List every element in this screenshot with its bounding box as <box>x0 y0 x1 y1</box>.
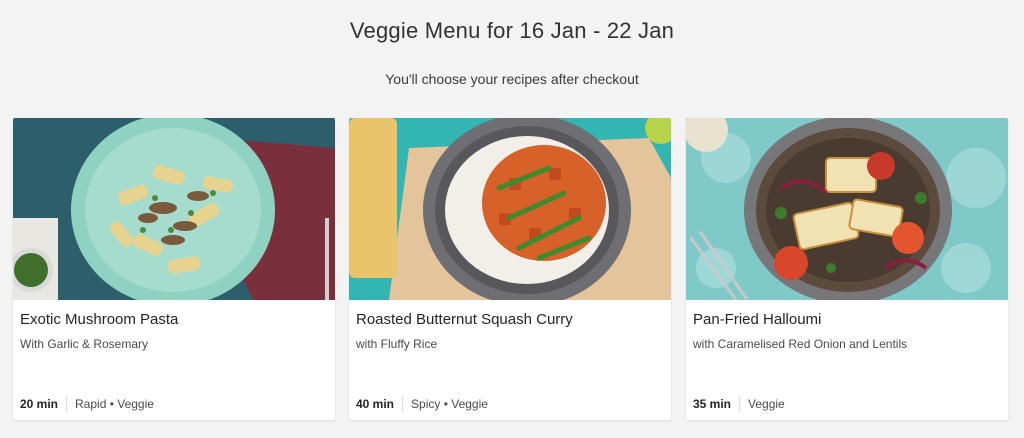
meta-divider <box>402 396 404 412</box>
recipe-subtitle: with Fluffy Rice <box>356 337 438 351</box>
recipe-card-squash-curry[interactable]: Roasted Butternut Squash Curry with Fluf… <box>349 118 671 420</box>
menu-page: Veggie Menu for 16 Jan - 22 Jan You'll c… <box>0 0 1024 438</box>
recipe-tags: Veggie <box>748 397 785 411</box>
recipe-tags: Spicy • Veggie <box>411 397 488 411</box>
page-title: Veggie Menu for 16 Jan - 22 Jan <box>349 18 675 43</box>
recipe-name: Pan-Fried Halloumi <box>693 311 822 328</box>
recipe-image-mushroom-pasta <box>13 118 335 300</box>
page-subtitle: You'll choose your recipes after checkou… <box>385 71 639 87</box>
meta-divider <box>66 396 68 412</box>
recipe-meta: 40 min Spicy • Veggie <box>356 396 488 412</box>
cook-time: 40 min <box>356 397 395 411</box>
recipe-subtitle: With Garlic & Rosemary <box>20 337 149 351</box>
recipe-tags: Rapid • Veggie <box>75 397 154 411</box>
recipe-card-halloumi[interactable]: Pan-Fried Halloumi with Caramelised Red … <box>686 118 1008 420</box>
meta-divider <box>739 396 741 412</box>
recipe-name: Roasted Butternut Squash Curry <box>356 311 573 328</box>
recipe-meta: 35 min Veggie <box>693 396 785 412</box>
recipe-image-halloumi <box>686 118 1008 300</box>
recipe-image-squash-curry <box>349 118 671 300</box>
recipe-subtitle: with Caramelised Red Onion and Lentils <box>693 337 908 351</box>
cook-time: 35 min <box>693 397 732 411</box>
recipe-meta: 20 min Rapid • Veggie <box>20 396 154 412</box>
cook-time: 20 min <box>20 397 59 411</box>
recipe-card-mushroom-pasta[interactable]: Exotic Mushroom Pasta With Garlic & Rose… <box>13 118 335 420</box>
recipe-name: Exotic Mushroom Pasta <box>20 311 179 328</box>
